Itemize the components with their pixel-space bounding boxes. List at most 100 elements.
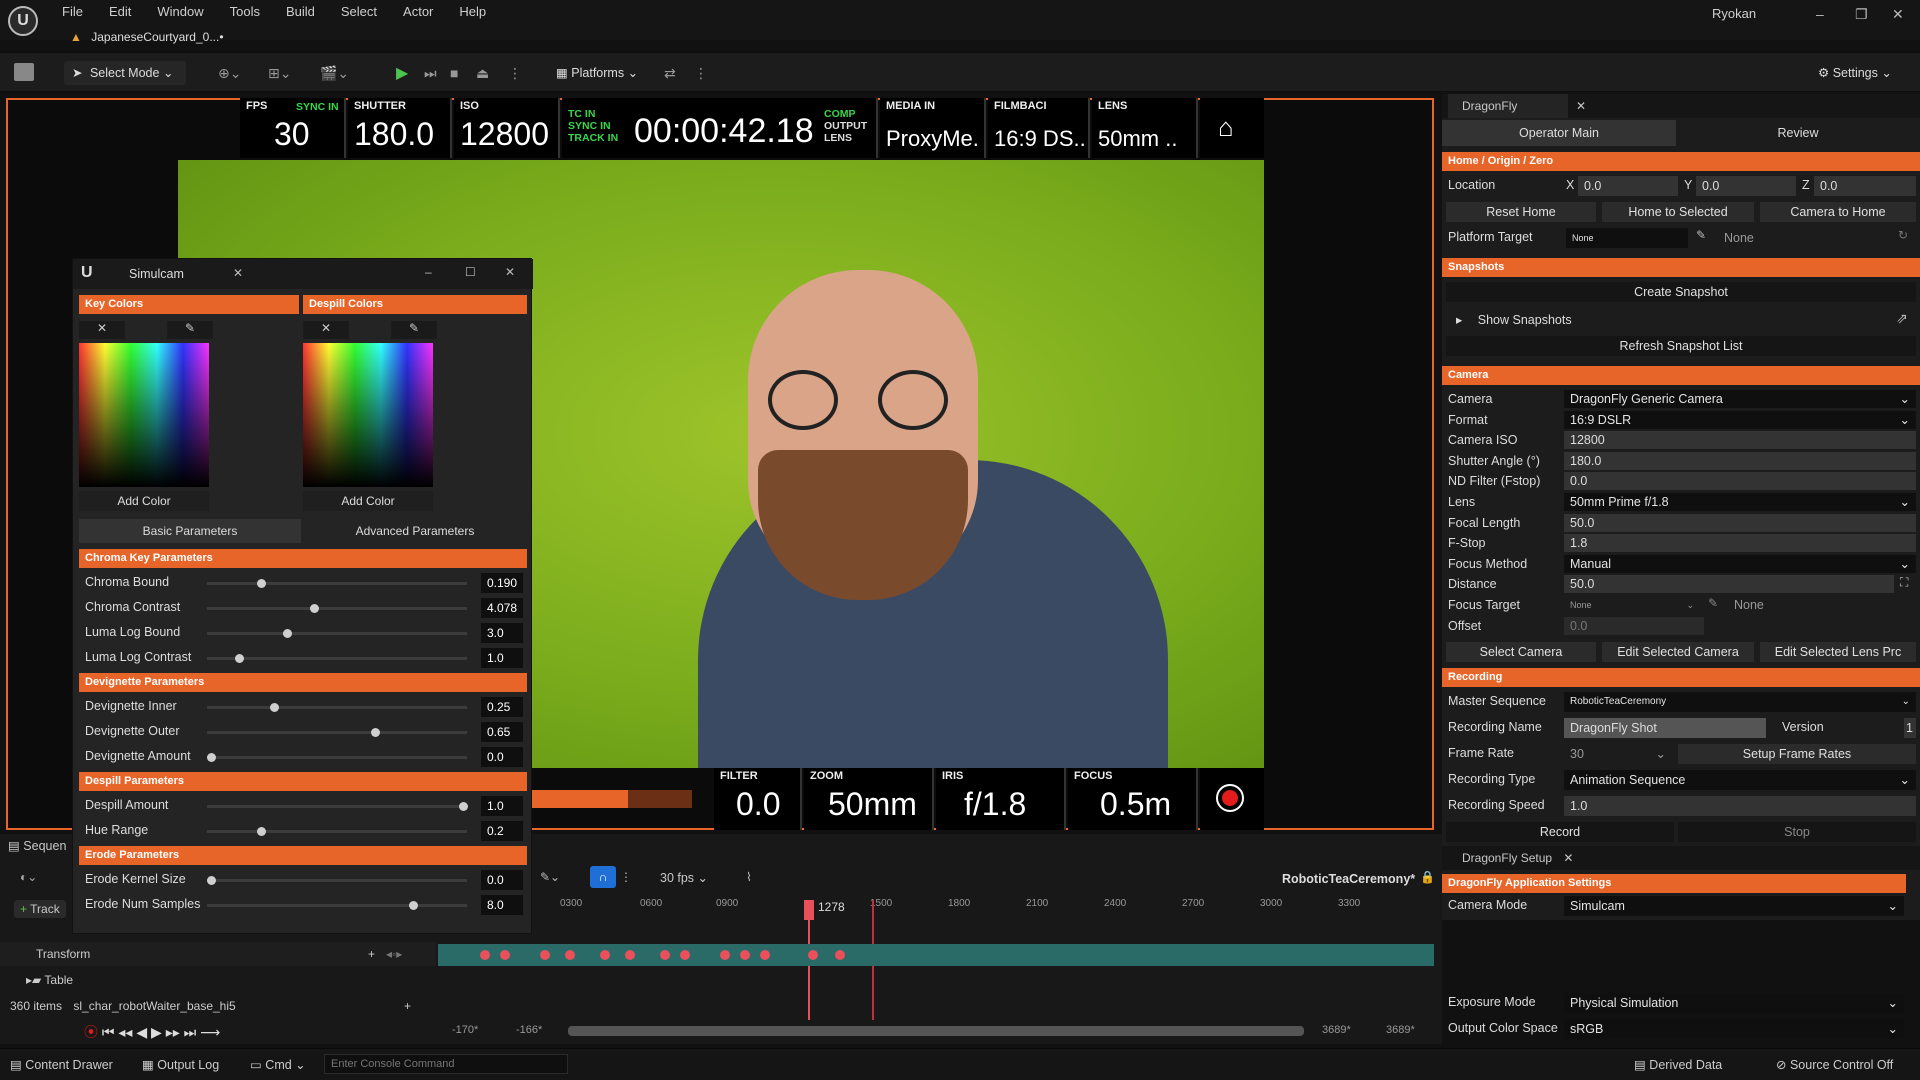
curve-editor-icon[interactable]: ⌇ <box>746 870 752 884</box>
close-tab-icon[interactable]: ✕ <box>1563 851 1573 865</box>
focus-picker-icon[interactable]: ⛶ <box>1900 575 1908 590</box>
tab-advanced-parameters[interactable]: Advanced Parameters <box>303 519 527 543</box>
more-options-icon[interactable]: ⋮ <box>508 65 522 82</box>
keyframe[interactable] <box>500 950 510 960</box>
add-key-icon[interactable]: + <box>368 942 375 966</box>
close-window-icon[interactable]: ✕ <box>1892 6 1904 23</box>
keyframe[interactable] <box>625 950 635 960</box>
eyedropper-icon[interactable]: ✎ <box>1708 596 1718 610</box>
play-forward-icon[interactable]: ▶ <box>151 1024 162 1040</box>
parameter-slider[interactable] <box>207 607 467 610</box>
despill-color-picker[interactable] <box>303 343 433 487</box>
exposure-mode-dropdown[interactable]: Physical Simulation ⌄ <box>1564 993 1904 1013</box>
camera-property-field[interactable]: 50.0 <box>1564 513 1916 532</box>
keyframe[interactable] <box>720 950 730 960</box>
cinematics-icon[interactable]: 🎬⌄ <box>320 65 349 82</box>
output-color-space-dropdown[interactable]: sRGB ⌄ <box>1564 1019 1904 1039</box>
menu-select[interactable]: Select <box>341 4 377 19</box>
camera-property-field[interactable]: 50.0 <box>1564 575 1894 594</box>
eyedropper-icon[interactable]: ✎ <box>391 321 437 339</box>
camera-property-dropdown[interactable]: Manual ⌄ <box>1564 554 1916 573</box>
camera-property-field[interactable]: 1.8 <box>1564 534 1916 553</box>
camera-property-dropdown[interactable]: None ⌄ <box>1564 596 1700 614</box>
add-key-color-button[interactable]: Add Color <box>79 491 209 511</box>
track-asset[interactable]: 360 items sl_char_robotWaiter_base_hi5 + <box>0 994 436 1018</box>
camera-property-dropdown[interactable]: DragonFly Generic Camera ⌄ <box>1564 390 1916 408</box>
refresh-snapshot-list-button[interactable]: Refresh Snapshot List <box>1446 336 1916 356</box>
tab-operator-main[interactable]: Operator Main <box>1442 120 1676 146</box>
reset-home-button[interactable]: Reset Home <box>1446 202 1596 222</box>
time-ruler[interactable]: 0300 0600 0900 1500 1800 2100 2400 2700 … <box>540 890 1440 920</box>
play-icon[interactable]: ▶ <box>396 63 408 83</box>
go-to-end-icon[interactable]: ⏭ <box>184 1024 197 1040</box>
simulcam-titlebar[interactable]: U Simulcam ✕ – ☐ ✕ <box>73 259 533 289</box>
location-y-field[interactable]: 0.0 <box>1696 176 1796 196</box>
derived-data-button[interactable]: ▤ Derived Data <box>1634 1057 1722 1072</box>
master-sequence-dropdown[interactable]: RoboticTeaCeremony ⌄ <box>1564 692 1916 712</box>
edit-tool-icon[interactable]: ✎⌄ <box>540 870 560 884</box>
add-actor-icon[interactable]: ⊕⌄ <box>218 65 241 82</box>
maximize-icon[interactable]: ☐ <box>465 265 476 279</box>
menu-file[interactable]: File <box>62 4 83 19</box>
prev-key-icon[interactable]: ◂◂ <box>118 1024 132 1040</box>
settings-dropdown[interactable]: ⚙ Settings ⌄ <box>1810 61 1910 85</box>
menu-help[interactable]: Help <box>459 4 486 19</box>
home-to-selected-button[interactable]: Home to Selected <box>1602 202 1754 222</box>
camera-property-field[interactable]: 180.0 <box>1564 451 1916 470</box>
show-snapshots-toggle[interactable]: ▸ Show Snapshots <box>1456 312 1572 327</box>
sequencer-options-icon[interactable]: ◐⌄ <box>20 870 37 884</box>
key-nav-icon[interactable]: ◂◦▸ <box>386 942 402 966</box>
edit-selected-camera-button[interactable]: Edit Selected Camera <box>1602 642 1754 662</box>
parameter-value-field[interactable]: 0.65 <box>481 722 523 742</box>
camera-property-dropdown[interactable]: 50mm Prime f/1.8 ⌄ <box>1564 493 1916 511</box>
keyframe[interactable] <box>760 950 770 960</box>
refresh-icon[interactable]: ↻ <box>1898 228 1908 242</box>
clear-despill-color-icon[interactable]: ✕ <box>303 321 349 339</box>
step-icon[interactable]: ⏭ <box>424 65 437 82</box>
open-external-icon[interactable]: ⇗ <box>1896 310 1908 327</box>
snap-options-icon[interactable]: ⋮ <box>620 870 632 884</box>
camera-mode-dropdown[interactable]: Simulcam ⌄ <box>1564 896 1904 916</box>
create-snapshot-button[interactable]: Create Snapshot <box>1446 282 1916 302</box>
slider-handle[interactable] <box>270 703 279 712</box>
location-x-field[interactable]: 0.0 <box>1578 176 1678 196</box>
keyframe[interactable] <box>540 950 550 960</box>
menu-build[interactable]: Build <box>286 4 315 19</box>
minimize-icon[interactable]: – <box>1816 6 1824 22</box>
parameter-slider[interactable] <box>207 830 467 833</box>
parameter-slider[interactable] <box>207 657 467 660</box>
stop-icon[interactable]: ■ <box>450 65 458 81</box>
platform-target-dropdown-2[interactable]: None <box>1718 228 1892 248</box>
parameter-value-field[interactable]: 4.078 <box>481 598 523 618</box>
camera-property-field[interactable]: 0.0 <box>1564 616 1704 635</box>
slider-handle[interactable] <box>459 802 468 811</box>
menu-actor[interactable]: Actor <box>403 4 433 19</box>
parameter-slider[interactable] <box>207 904 467 907</box>
parameter-value-field[interactable]: 3.0 <box>481 623 523 643</box>
parameter-value-field[interactable]: 0.0 <box>481 870 523 890</box>
version-field[interactable]: 1 <box>1904 718 1916 738</box>
add-despill-color-button[interactable]: Add Color <box>303 491 433 511</box>
keyframe[interactable] <box>835 950 845 960</box>
go-to-start-icon[interactable]: ⏮ <box>102 1024 115 1040</box>
add-asset-icon[interactable]: + <box>404 994 411 1018</box>
parameter-slider[interactable] <box>207 706 467 709</box>
lock-icon[interactable]: 🔒 <box>1420 870 1435 884</box>
slider-handle[interactable] <box>207 876 216 885</box>
content-drawer-button[interactable]: ▤ Content Drawer <box>10 1057 113 1072</box>
slider-handle[interactable] <box>257 579 267 588</box>
console-command-input[interactable] <box>324 1054 568 1074</box>
slider-handle[interactable] <box>370 728 380 737</box>
dragonfly-tab[interactable]: DragonFly ✕ <box>1448 94 1586 118</box>
slider-handle[interactable] <box>310 604 320 613</box>
step-back-icon[interactable]: ◀ <box>136 1024 147 1040</box>
playhead-handle[interactable] <box>804 900 814 920</box>
parameter-value-field[interactable]: 0.0 <box>481 747 523 767</box>
save-icon[interactable] <box>14 63 34 81</box>
parameter-slider[interactable] <box>207 756 467 759</box>
camera-property-dropdown[interactable]: 16:9 DSLR ⌄ <box>1564 410 1916 429</box>
menu-tools[interactable]: Tools <box>230 4 260 19</box>
step-forward-icon[interactable]: ▸▸ <box>166 1024 180 1040</box>
slider-handle[interactable] <box>257 827 267 836</box>
eject-icon[interactable]: ⏏ <box>476 65 489 82</box>
